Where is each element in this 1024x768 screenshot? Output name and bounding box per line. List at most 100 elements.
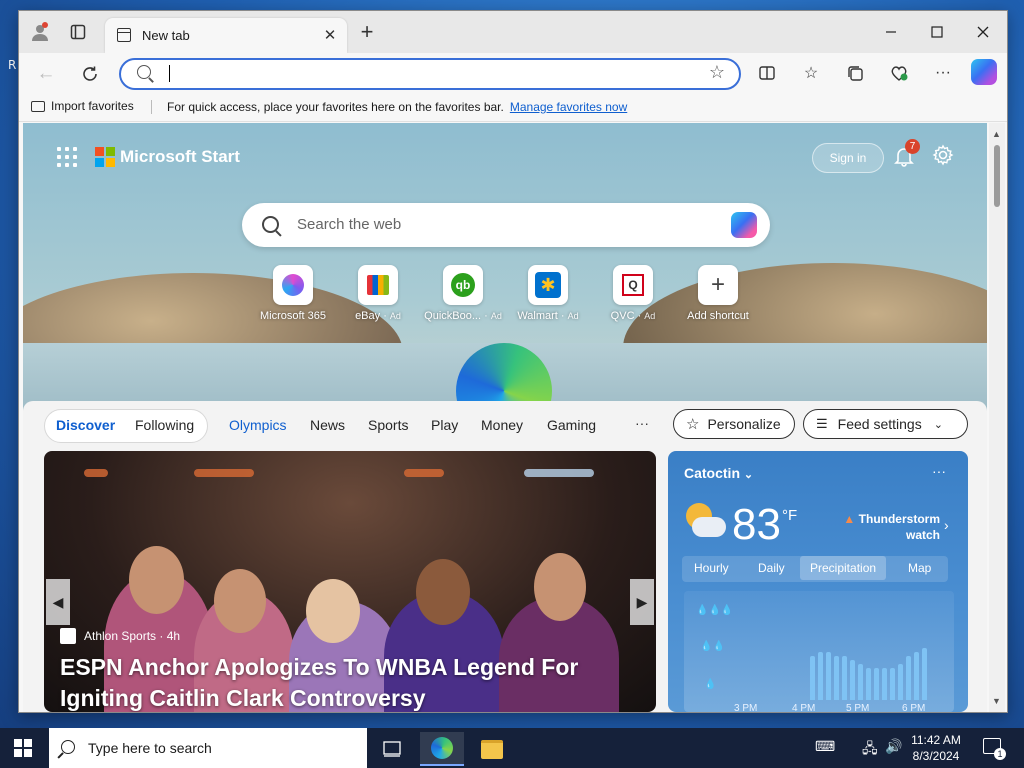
precipitation-bar: [898, 664, 903, 700]
shortcut-label: QVC: [610, 310, 635, 322]
windows-start-icon[interactable]: [14, 739, 32, 757]
shortcut-ebay[interactable]: eBay · Ad: [336, 265, 420, 322]
browser-essentials-icon[interactable]: [886, 60, 912, 86]
shortcut-qvc[interactable]: Q QVC · Ad: [591, 265, 675, 322]
personalize-button[interactable]: ☆ Personalize: [673, 409, 795, 439]
brand-title[interactable]: Microsoft Start: [120, 147, 240, 167]
close-window-button[interactable]: [961, 17, 1005, 47]
more-options-icon[interactable]: ···: [930, 60, 956, 86]
desktop-icon-label[interactable]: R: [8, 58, 16, 72]
divider: [151, 100, 152, 114]
search-placeholder[interactable]: Search the web: [297, 216, 401, 233]
weather-more-icon[interactable]: ···: [932, 463, 946, 479]
notification-count: 1: [994, 748, 1006, 760]
tab-play[interactable]: Play: [431, 417, 458, 433]
favorites-bar: Import favorites For quick access, place…: [19, 93, 1007, 122]
task-view-icon[interactable]: [370, 732, 414, 766]
scrollbar-thumb[interactable]: [994, 145, 1000, 207]
stage-light: [524, 469, 594, 477]
weather-alert[interactable]: ▲ Thunderstorm watch: [840, 511, 940, 543]
minimize-button[interactable]: [869, 17, 913, 47]
keyboard-icon[interactable]: ⌨: [815, 738, 835, 755]
qvc-icon: Q: [613, 265, 653, 305]
tab-gaming[interactable]: Gaming: [547, 417, 596, 433]
precipitation-bar: [922, 648, 927, 700]
shortcut-walmart[interactable]: ✱ Walmart · Ad: [506, 265, 590, 322]
tab-olympics[interactable]: Olympics: [229, 417, 287, 433]
precipitation-bar: [810, 656, 815, 700]
tab-discover[interactable]: Discover: [56, 417, 115, 433]
alert-text: Thunderstorm watch: [858, 512, 940, 542]
collections-icon[interactable]: [842, 60, 868, 86]
tab-sports[interactable]: Sports: [368, 417, 408, 433]
shortcut-label: QuickBoo...: [424, 310, 482, 322]
tab-new-tab[interactable]: New tab ✕: [105, 18, 347, 53]
taskbar: Type here to search ⌨ 🖧 🔊 11:42 AM 8/3/2…: [0, 728, 1024, 768]
partly-cloudy-icon: [682, 503, 728, 543]
search-icon: [262, 216, 279, 233]
web-search-box[interactable]: Search the web: [242, 203, 770, 247]
vertical-scrollbar[interactable]: ▲ ▼: [989, 123, 1005, 712]
tab-news[interactable]: News: [310, 417, 345, 433]
shortcut-microsoft-365[interactable]: Microsoft 365: [251, 265, 335, 322]
ad-label: Ad: [389, 311, 401, 321]
close-tab-icon[interactable]: ✕: [319, 24, 341, 46]
tab-following[interactable]: Following: [135, 417, 194, 433]
split-screen-icon[interactable]: [754, 60, 780, 86]
weather-card[interactable]: Catoctin ⌄ ··· 83 °F ▲ Thunderstorm watc…: [668, 451, 968, 712]
feed-settings-button[interactable]: ☰ Feed settings ⌄: [803, 409, 968, 439]
volume-icon[interactable]: 🔊: [885, 738, 902, 755]
add-shortcut-button[interactable]: + Add shortcut: [676, 265, 760, 322]
ad-label: Ad: [490, 311, 502, 321]
profile-icon[interactable]: [29, 21, 51, 43]
taskbar-edge-app[interactable]: [420, 732, 464, 766]
source-logo-icon: [60, 628, 76, 644]
taskbar-file-explorer-app[interactable]: [470, 732, 514, 766]
quickbooks-icon: qb: [443, 265, 483, 305]
time-label: 6 PM: [902, 703, 926, 712]
tab-money[interactable]: Money: [481, 417, 523, 433]
address-bar[interactable]: ☆: [119, 58, 741, 90]
copilot-icon[interactable]: [731, 212, 757, 238]
copilot-icon[interactable]: [971, 59, 997, 85]
precipitation-bar: [874, 668, 879, 700]
network-icon[interactable]: 🖧: [862, 738, 878, 762]
previous-slide-button[interactable]: ◀: [46, 579, 70, 625]
next-slide-button[interactable]: ▶: [630, 579, 654, 625]
more-tabs-button[interactable]: ···: [635, 415, 649, 431]
weather-tab-hourly[interactable]: Hourly: [694, 561, 729, 575]
import-favorites-button[interactable]: Import favorites: [31, 99, 134, 113]
tab-actions-icon[interactable]: [67, 21, 89, 43]
app-launcher-icon[interactable]: [57, 147, 77, 167]
new-tab-button[interactable]: +: [356, 21, 378, 44]
scroll-down-icon[interactable]: ▼: [992, 696, 1001, 706]
refresh-button[interactable]: [75, 59, 105, 89]
temperature: 83: [732, 500, 781, 549]
settings-gear-icon[interactable]: [932, 144, 956, 168]
action-center-icon[interactable]: 1: [983, 738, 1006, 760]
weather-location[interactable]: Catoctin ⌄: [684, 465, 753, 481]
maximize-button[interactable]: [915, 17, 959, 47]
taskbar-search-box[interactable]: Type here to search: [49, 728, 367, 768]
system-clock[interactable]: 11:42 AM 8/3/2024: [903, 732, 969, 764]
add-favorite-star-icon[interactable]: ☆: [709, 62, 725, 83]
manage-favorites-link[interactable]: Manage favorites now: [510, 100, 627, 114]
favorites-icon[interactable]: ☆: [798, 60, 824, 86]
taskbar-search-placeholder[interactable]: Type here to search: [88, 740, 212, 756]
title-bar: New tab ✕ +: [19, 11, 1007, 53]
sign-in-button[interactable]: Sign in: [812, 143, 884, 173]
stage-light: [194, 469, 254, 477]
shortcut-quickbooks[interactable]: qb QuickBoo... · Ad: [421, 265, 505, 322]
stage-light: [404, 469, 444, 477]
chevron-right-icon[interactable]: ›: [944, 517, 949, 533]
hero-article-card[interactable]: ◀ ▶ Athlon Sports · 4h ESPN Anchor Apolo…: [44, 451, 656, 712]
weather-tab-daily[interactable]: Daily: [758, 561, 785, 575]
temperature-unit[interactable]: °F: [782, 507, 797, 524]
sliders-icon: ☰: [816, 416, 828, 431]
scroll-up-icon[interactable]: ▲: [992, 129, 1001, 139]
back-button[interactable]: ←: [31, 59, 61, 89]
precipitation-bar: [826, 652, 831, 700]
article-headline[interactable]: ESPN Anchor Apologizes To WNBA Legend Fo…: [60, 652, 630, 712]
weather-tab-precipitation[interactable]: Precipitation: [800, 556, 887, 580]
weather-tab-map[interactable]: Map: [908, 561, 931, 575]
